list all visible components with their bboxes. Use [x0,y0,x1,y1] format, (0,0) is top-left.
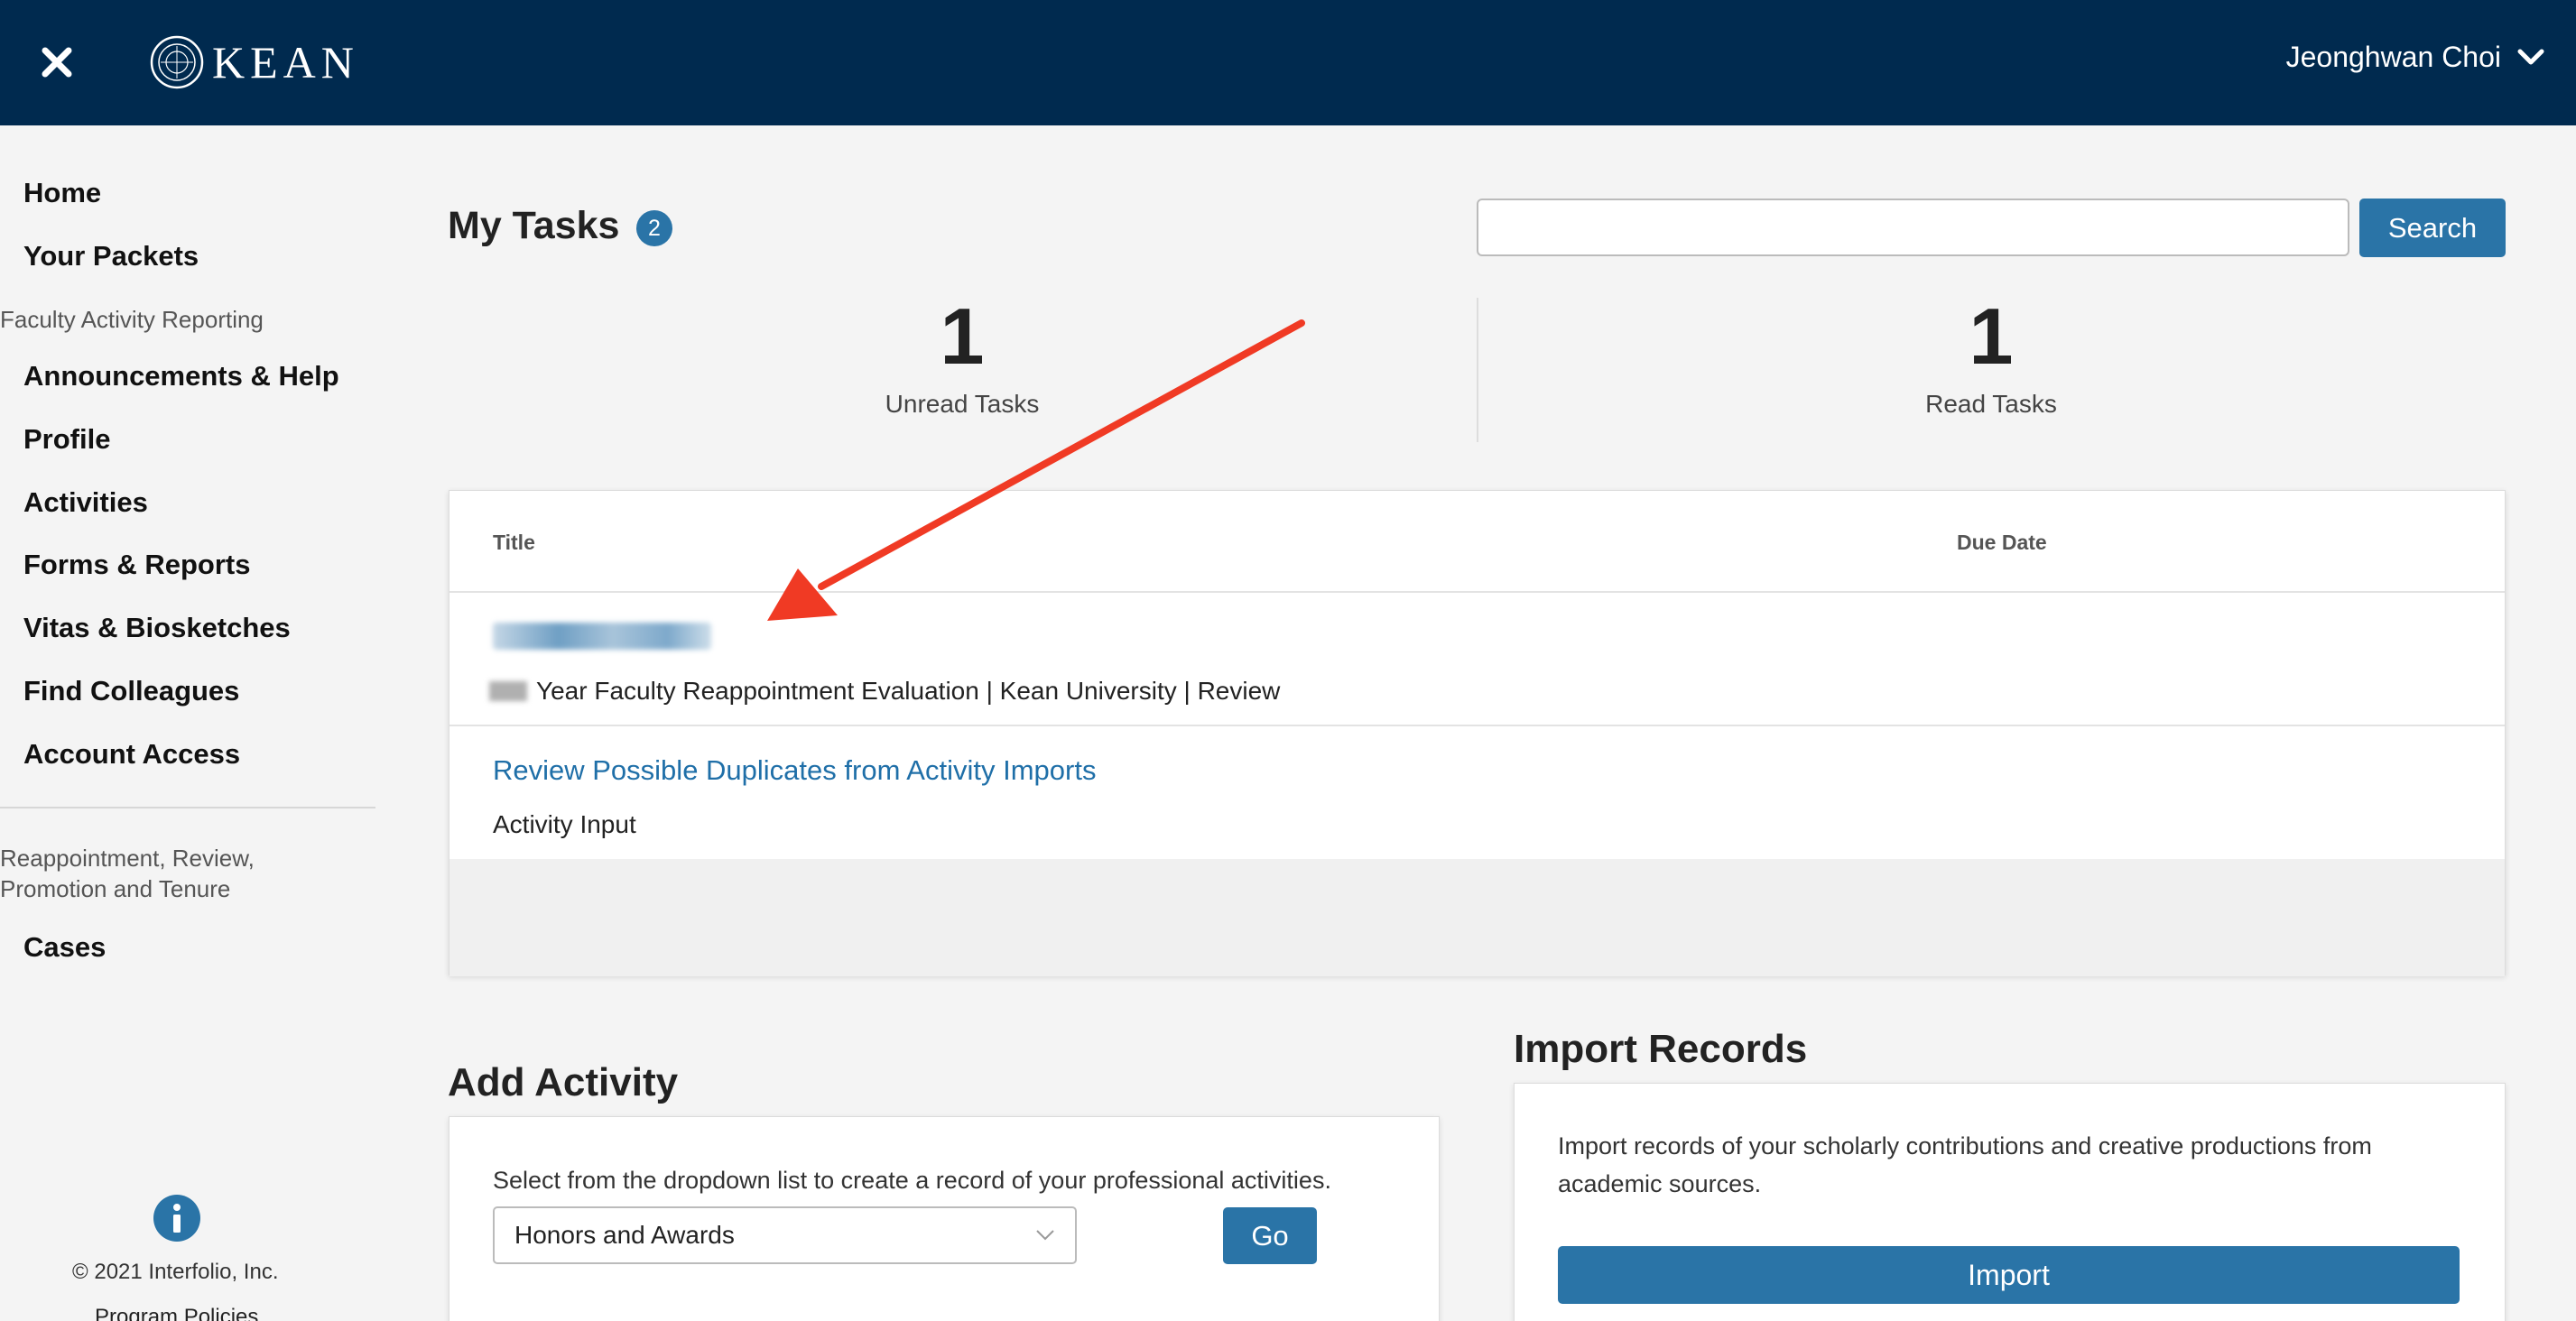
import-description-line1: Import records of your scholarly contrib… [1558,1132,2372,1159]
copyright-text: © 2021 Interfolio, Inc. [72,1260,279,1284]
column-header-title[interactable]: Title [493,531,535,555]
task-subtitle: Activity Input [493,810,636,838]
user-name: Jeonghwan Choi [2285,41,2501,73]
import-records-panel: Import records of your scholarly contrib… [1514,1083,2506,1321]
activity-type-selected: Honors and Awards [514,1221,735,1249]
sidebar-item-cases[interactable]: Cases [23,931,106,964]
logo-text: KEAN [212,37,359,88]
sidebar-item-account-access[interactable]: Account Access [23,738,240,771]
activity-type-select[interactable]: Honors and Awards [493,1206,1077,1264]
sidebar-item-vitas[interactable]: Vitas & Biosketches [23,612,291,644]
info-icon[interactable] [153,1195,200,1242]
sidebar-item-profile[interactable]: Profile [23,423,110,456]
sidebar-section-rpt-line1: Reappointment, Review, [0,845,255,872]
top-navbar: KEAN Jeonghwan Choi [0,0,2576,125]
sidebar-section-rpt-line2: Promotion and Tenure [0,875,231,902]
sidebar-divider [0,807,375,808]
sidebar-item-announcements[interactable]: Announcements & Help [23,360,339,393]
column-header-due-date[interactable]: Due Date [1957,531,2047,555]
stats-divider [1477,298,1478,442]
go-button[interactable]: Go [1223,1207,1317,1264]
unread-tasks-count[interactable]: 1 [782,291,1143,383]
table-row-divider [449,725,2505,726]
chevron-down-icon [2517,49,2544,64]
user-menu[interactable]: Jeonghwan Choi [2286,41,2544,74]
kean-seal-icon [150,35,204,89]
import-description-line2: academic sources. [1558,1170,1762,1197]
sidebar-item-activities[interactable]: Activities [23,486,148,519]
redacted-task-title-link[interactable] [493,623,711,650]
tasks-table: Title Due Date Year Faculty Reappointmen… [449,490,2506,976]
sidebar-section-far: Faculty Activity Reporting [0,306,264,333]
close-icon[interactable] [40,45,74,79]
task-count-badge: 2 [636,210,672,246]
redacted-year-prefix [489,681,527,701]
sidebar: Home Your Packets Faculty Activity Repor… [0,125,379,1321]
task-subtitle: Year Faculty Reappointment Evaluation | … [536,677,1281,705]
sidebar-item-your-packets[interactable]: Your Packets [23,240,199,273]
kean-logo[interactable]: KEAN [149,34,359,90]
read-tasks-count[interactable]: 1 [1811,291,2172,383]
sidebar-item-find-colleagues[interactable]: Find Colleagues [23,675,239,707]
read-tasks-label[interactable]: Read Tasks [1811,390,2172,419]
program-policies-link[interactable]: Program Policies [95,1305,258,1321]
page-title: My Tasks [448,204,620,247]
task-title-link[interactable]: Review Possible Duplicates from Activity… [493,754,1096,787]
table-row-divider [449,591,2505,593]
unread-tasks-label[interactable]: Unread Tasks [782,390,1143,419]
table-footer [449,859,2505,976]
add-activity-description: Select from the dropdown list to create … [493,1167,1331,1194]
add-activity-title: Add Activity [448,1060,679,1104]
search-input[interactable] [1477,199,2349,256]
import-records-title: Import Records [1514,1027,1808,1071]
chevron-down-icon [1036,1230,1054,1241]
import-button[interactable]: Import [1558,1246,2460,1304]
sidebar-item-forms-reports[interactable]: Forms & Reports [23,549,250,581]
add-activity-panel: Select from the dropdown list to create … [449,1116,1440,1321]
sidebar-item-home[interactable]: Home [23,177,101,209]
search-button[interactable]: Search [2359,199,2506,257]
